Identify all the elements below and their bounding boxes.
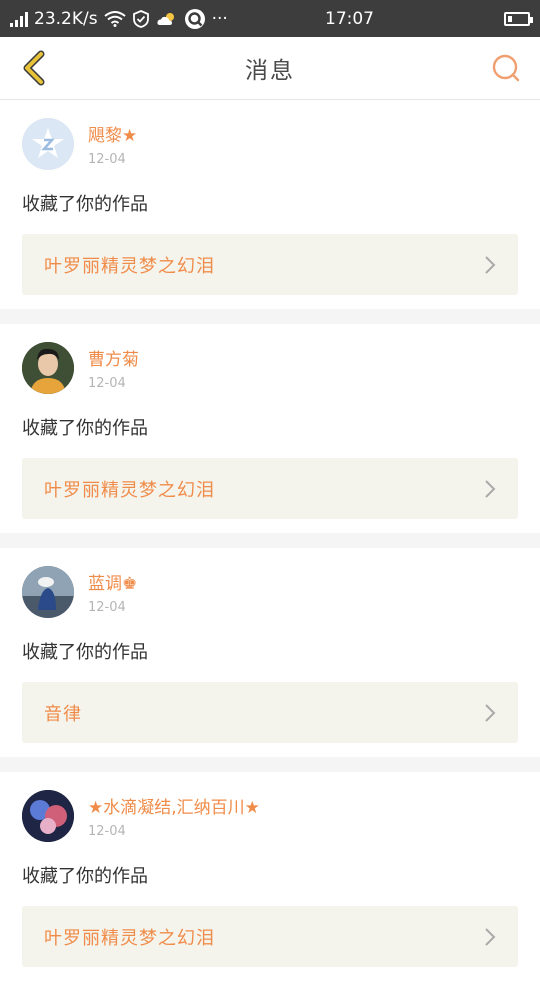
wifi-icon xyxy=(103,10,126,27)
header: 消息 xyxy=(0,37,540,100)
network-speed: 23.2K/s xyxy=(34,8,98,29)
avatar[interactable] xyxy=(22,566,74,618)
back-button[interactable] xyxy=(14,48,54,88)
sender-name[interactable]: 飓黎★ xyxy=(88,121,137,146)
work-title: 音律 xyxy=(44,703,82,725)
work-link[interactable]: 叶罗丽精灵梦之幻泪 xyxy=(22,458,518,519)
search-button[interactable] xyxy=(486,48,526,88)
avatar[interactable] xyxy=(22,342,74,394)
default-avatar-icon xyxy=(22,118,74,170)
message-date: 12-04 xyxy=(88,824,126,839)
message-card: 蓝调♚ 12-04 收藏了你的作品 音律 xyxy=(0,548,540,757)
work-title: 叶罗丽精灵梦之幻泪 xyxy=(44,927,215,949)
avatar[interactable] xyxy=(22,118,74,170)
notification-shield-icon xyxy=(132,9,149,28)
message-card: 飓黎★ 12-04 收藏了你的作品 叶罗丽精灵梦之幻泪 xyxy=(0,100,540,309)
message-date: 12-04 xyxy=(88,600,126,615)
message-action: 收藏了你的作品 xyxy=(22,418,148,439)
work-link[interactable]: 叶罗丽精灵梦之幻泪 xyxy=(22,906,518,967)
user-photo-icon xyxy=(22,566,74,618)
search-icon xyxy=(492,54,520,82)
message-action: 收藏了你的作品 xyxy=(22,194,148,215)
avatar[interactable] xyxy=(22,790,74,842)
status-bar: 23.2K/s ··· 17:07 xyxy=(0,0,540,37)
work-title: 叶罗丽精灵梦之幻泪 xyxy=(44,479,215,501)
sender-name[interactable]: ★水滴凝结,汇纳百川★ xyxy=(88,793,260,818)
chevron-right-icon xyxy=(485,927,496,946)
user-photo-icon xyxy=(22,342,74,394)
chevron-right-icon xyxy=(485,255,496,274)
work-link[interactable]: 叶罗丽精灵梦之幻泪 xyxy=(22,234,518,295)
signal-icon xyxy=(10,11,28,27)
search-app-icon xyxy=(184,8,205,29)
sender-name[interactable]: 蓝调♚ xyxy=(88,569,137,594)
message-date: 12-04 xyxy=(88,376,126,391)
more-status-icon: ··· xyxy=(211,8,228,29)
clock: 17:07 xyxy=(325,8,374,29)
chevron-right-icon xyxy=(485,703,496,722)
weather-icon xyxy=(157,12,174,25)
message-date: 12-04 xyxy=(88,152,126,167)
message-card: ★水滴凝结,汇纳百川★ 12-04 收藏了你的作品 叶罗丽精灵梦之幻泪 xyxy=(0,772,540,981)
message-list: 飓黎★ 12-04 收藏了你的作品 叶罗丽精灵梦之幻泪 曹方菊 12-04 收藏… xyxy=(0,100,540,981)
message-action: 收藏了你的作品 xyxy=(22,866,148,887)
battery-icon xyxy=(504,11,533,26)
chevron-right-icon xyxy=(485,479,496,498)
message-card: 曹方菊 12-04 收藏了你的作品 叶罗丽精灵梦之幻泪 xyxy=(0,324,540,533)
page-title: 消息 xyxy=(245,58,295,84)
chevron-left-icon xyxy=(23,50,45,86)
work-link[interactable]: 音律 xyxy=(22,682,518,743)
work-title: 叶罗丽精灵梦之幻泪 xyxy=(44,255,215,277)
user-photo-icon xyxy=(22,790,74,842)
message-action: 收藏了你的作品 xyxy=(22,642,148,663)
sender-name[interactable]: 曹方菊 xyxy=(88,345,139,370)
